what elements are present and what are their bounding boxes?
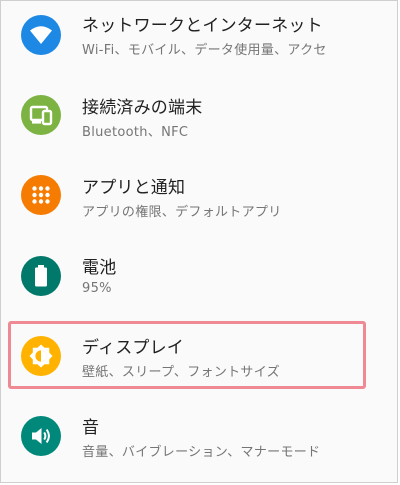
- settings-item-sound[interactable]: 音 音量、バイブレーション、マナーモード: [2, 401, 398, 481]
- settings-item-title: 音: [82, 418, 100, 438]
- settings-item-subtitle: Bluetooth、NFC: [82, 125, 189, 140]
- settings-item-apps[interactable]: アプリと通知 アプリの権限、デフォルトアプリ: [2, 161, 398, 241]
- battery-icon: [21, 256, 61, 296]
- settings-item-subtitle: Wi-Fi、モバイル、データ使用量、アクセ: [82, 43, 327, 58]
- settings-item-subtitle: 音量、バイブレーション、マナーモード: [82, 445, 321, 460]
- highlight-box: [8, 321, 366, 389]
- settings-item-title: ネットワークとインターネット: [82, 16, 323, 36]
- settings-item-title: 電池: [82, 258, 117, 278]
- settings-item-title: 接続済みの端末: [82, 98, 203, 118]
- settings-item-connected-devices[interactable]: 接続済みの端末 Bluetooth、NFC: [2, 81, 398, 161]
- settings-item-subtitle: アプリの権限、デフォルトアプリ: [82, 205, 282, 220]
- settings-item-subtitle: 95%: [82, 281, 112, 296]
- settings-item-title: アプリと通知: [82, 178, 186, 198]
- volume-icon: [21, 416, 61, 456]
- connected-devices-icon: [21, 95, 61, 135]
- apps-grid-icon: [21, 175, 61, 215]
- settings-list: ネットワークとインターネット Wi-Fi、モバイル、データ使用量、アクセ 接続済…: [0, 0, 398, 483]
- settings-item-network[interactable]: ネットワークとインターネット Wi-Fi、モバイル、データ使用量、アクセ: [2, 1, 398, 81]
- wifi-icon: [21, 15, 61, 55]
- settings-item-battery[interactable]: 電池 95%: [2, 241, 398, 321]
